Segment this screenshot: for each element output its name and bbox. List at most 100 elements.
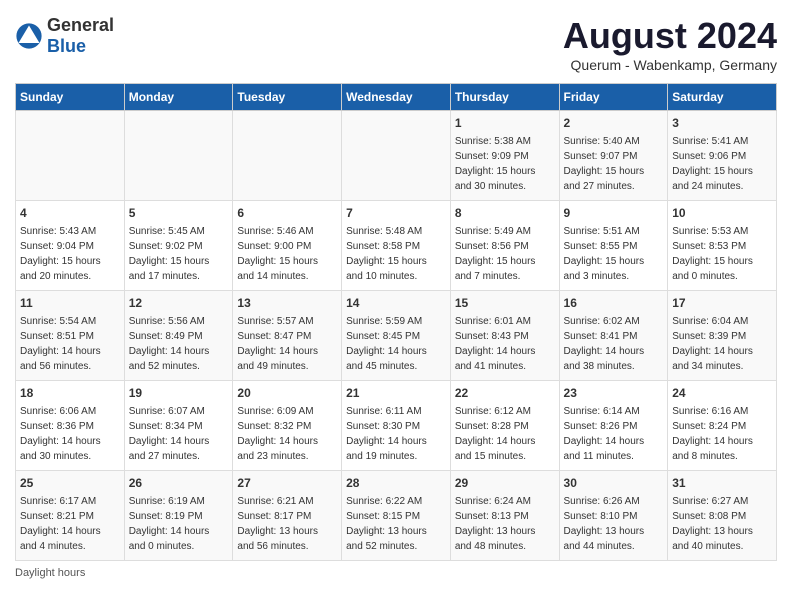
day-info: Sunrise: 5:54 AM Sunset: 8:51 PM Dayligh…: [20, 316, 101, 372]
calendar-day-header: Wednesday: [342, 84, 451, 111]
day-number: 9: [564, 205, 664, 222]
day-info: Sunrise: 6:24 AM Sunset: 8:13 PM Dayligh…: [455, 496, 536, 552]
day-number: 14: [346, 295, 446, 312]
calendar-cell: 27Sunrise: 6:21 AM Sunset: 8:17 PM Dayli…: [233, 471, 342, 561]
day-number: 10: [672, 205, 772, 222]
calendar-cell: [16, 111, 125, 201]
calendar-cell: 21 Sunrise: 6:11 AM Sunset: 8:30 PM Dayli…: [342, 381, 451, 471]
calendar-cell: 16 Sunrise: 6:02 AM Sunset: 8:41 PM Dayli…: [559, 291, 668, 381]
logo-icon: [15, 22, 43, 50]
calendar-week-row: 18 Sunrise: 6:06 AM Sunset: 8:36 PM Dayli…: [16, 381, 777, 471]
calendar-day-header: Sunday: [16, 84, 125, 111]
day-info: Sunrise: 5:48 AM Sunset: 8:58 PM Dayligh…: [346, 226, 427, 282]
day-info: Sunrise: 5:49 AM Sunset: 8:56 PM Dayligh…: [455, 226, 536, 282]
logo-blue-text: Blue: [47, 36, 86, 56]
calendar-cell: 8Sunrise: 5:49 AM Sunset: 8:56 PM Daylig…: [450, 201, 559, 291]
calendar-cell: 13Sunrise: 5:57 AM Sunset: 8:47 PM Dayli…: [233, 291, 342, 381]
day-number: 29: [455, 475, 555, 492]
calendar-cell: 11 Sunrise: 5:54 AM Sunset: 8:51 PM Dayli…: [16, 291, 125, 381]
page-header: General Blue August 2024 Querum - Wabenk…: [15, 15, 777, 73]
day-info: Sunrise: 6:26 AM Sunset: 8:10 PM Dayligh…: [564, 496, 645, 552]
calendar-cell: 4 Sunrise: 5:43 AM Sunset: 9:04 PM Daylig…: [16, 201, 125, 291]
calendar-cell: 29 Sunrise: 6:24 AM Sunset: 8:13 PM Dayli…: [450, 471, 559, 561]
calendar-cell: 9 Sunrise: 5:51 AM Sunset: 8:55 PM Daylig…: [559, 201, 668, 291]
day-number: 17: [672, 295, 772, 312]
day-info: Sunrise: 5:43 AM Sunset: 9:04 PM Dayligh…: [20, 226, 101, 282]
calendar-cell: 28 Sunrise: 6:22 AM Sunset: 8:15 PM Dayli…: [342, 471, 451, 561]
day-number: 4: [20, 205, 120, 222]
day-info: Sunrise: 5:53 AM Sunset: 8:53 PM Dayligh…: [672, 226, 753, 282]
calendar-cell: 10 Sunrise: 5:53 AM Sunset: 8:53 PM Dayli…: [668, 201, 777, 291]
day-info: Sunrise: 5:40 AM Sunset: 9:07 PM Dayligh…: [564, 136, 645, 192]
day-info: Sunrise: 5:38 AM Sunset: 9:09 PM Dayligh…: [455, 136, 536, 192]
day-number: 24: [672, 385, 772, 402]
day-info: Sunrise: 6:14 AM Sunset: 8:26 PM Dayligh…: [564, 406, 645, 462]
day-number: 5: [129, 205, 229, 222]
logo: General Blue: [15, 15, 114, 57]
day-number: 6: [237, 205, 337, 222]
calendar-cell: 24 Sunrise: 6:16 AM Sunset: 8:24 PM Dayli…: [668, 381, 777, 471]
calendar-cell: 3 Sunrise: 5:41 AM Sunset: 9:06 PM Daylig…: [668, 111, 777, 201]
calendar-cell: 14Sunrise: 5:59 AM Sunset: 8:45 PM Dayli…: [342, 291, 451, 381]
location-subtitle: Querum - Wabenkamp, Germany: [563, 57, 777, 73]
calendar-cell: 17 Sunrise: 6:04 AM Sunset: 8:39 PM Dayli…: [668, 291, 777, 381]
day-info: Sunrise: 6:02 AM Sunset: 8:41 PM Dayligh…: [564, 316, 645, 372]
calendar-cell: 23Sunrise: 6:14 AM Sunset: 8:26 PM Dayli…: [559, 381, 668, 471]
day-info: Sunrise: 6:22 AM Sunset: 8:15 PM Dayligh…: [346, 496, 427, 552]
day-info: Sunrise: 6:17 AM Sunset: 8:21 PM Dayligh…: [20, 496, 101, 552]
day-number: 27: [237, 475, 337, 492]
day-info: Sunrise: 6:09 AM Sunset: 8:32 PM Dayligh…: [237, 406, 318, 462]
day-number: 15: [455, 295, 555, 312]
day-number: 12: [129, 295, 229, 312]
calendar-table: SundayMondayTuesdayWednesdayThursdayFrid…: [15, 83, 777, 561]
calendar-cell: [342, 111, 451, 201]
day-info: Sunrise: 5:41 AM Sunset: 9:06 PM Dayligh…: [672, 136, 753, 192]
day-number: 1: [455, 115, 555, 132]
day-info: Sunrise: 5:56 AM Sunset: 8:49 PM Dayligh…: [129, 316, 210, 372]
day-info: Sunrise: 6:19 AM Sunset: 8:19 PM Dayligh…: [129, 496, 210, 552]
day-info: Sunrise: 6:01 AM Sunset: 8:43 PM Dayligh…: [455, 316, 536, 372]
day-number: 28: [346, 475, 446, 492]
day-number: 30: [564, 475, 664, 492]
day-number: 11: [20, 295, 120, 312]
calendar-week-row: 11 Sunrise: 5:54 AM Sunset: 8:51 PM Dayli…: [16, 291, 777, 381]
day-info: Sunrise: 5:45 AM Sunset: 9:02 PM Dayligh…: [129, 226, 210, 282]
day-info: Sunrise: 6:06 AM Sunset: 8:36 PM Dayligh…: [20, 406, 101, 462]
daylight-hours-label: Daylight hours: [15, 567, 85, 579]
calendar-header-row: SundayMondayTuesdayWednesdayThursdayFrid…: [16, 84, 777, 111]
calendar-cell: 12 Sunrise: 5:56 AM Sunset: 8:49 PM Dayli…: [124, 291, 233, 381]
calendar-day-header: Tuesday: [233, 84, 342, 111]
calendar-cell: 18 Sunrise: 6:06 AM Sunset: 8:36 PM Dayli…: [16, 381, 125, 471]
calendar-week-row: 4 Sunrise: 5:43 AM Sunset: 9:04 PM Daylig…: [16, 201, 777, 291]
calendar-cell: 1 Sunrise: 5:38 AM Sunset: 9:09 PM Daylig…: [450, 111, 559, 201]
day-info: Sunrise: 5:57 AM Sunset: 8:47 PM Dayligh…: [237, 316, 318, 372]
footer-note: Daylight hours: [15, 567, 777, 579]
day-info: Sunrise: 6:11 AM Sunset: 8:30 PM Dayligh…: [346, 406, 427, 462]
day-info: Sunrise: 5:51 AM Sunset: 8:55 PM Dayligh…: [564, 226, 645, 282]
calendar-cell: 26 Sunrise: 6:19 AM Sunset: 8:19 PM Dayli…: [124, 471, 233, 561]
day-number: 16: [564, 295, 664, 312]
calendar-cell: [124, 111, 233, 201]
day-number: 2: [564, 115, 664, 132]
calendar-week-row: 25 Sunrise: 6:17 AM Sunset: 8:21 PM Dayli…: [16, 471, 777, 561]
day-info: Sunrise: 6:16 AM Sunset: 8:24 PM Dayligh…: [672, 406, 753, 462]
calendar-cell: [233, 111, 342, 201]
day-info: Sunrise: 6:07 AM Sunset: 8:34 PM Dayligh…: [129, 406, 210, 462]
day-number: 3: [672, 115, 772, 132]
day-info: Sunrise: 6:04 AM Sunset: 8:39 PM Dayligh…: [672, 316, 753, 372]
calendar-day-header: Monday: [124, 84, 233, 111]
calendar-cell: 30 Sunrise: 6:26 AM Sunset: 8:10 PM Dayli…: [559, 471, 668, 561]
calendar-day-header: Friday: [559, 84, 668, 111]
day-number: 18: [20, 385, 120, 402]
calendar-cell: 5 Sunrise: 5:45 AM Sunset: 9:02 PM Daylig…: [124, 201, 233, 291]
calendar-cell: 22Sunrise: 6:12 AM Sunset: 8:28 PM Dayli…: [450, 381, 559, 471]
month-year-title: August 2024: [563, 15, 777, 57]
calendar-cell: 7Sunrise: 5:48 AM Sunset: 8:58 PM Daylig…: [342, 201, 451, 291]
day-info: Sunrise: 6:12 AM Sunset: 8:28 PM Dayligh…: [455, 406, 536, 462]
day-number: 26: [129, 475, 229, 492]
calendar-cell: 31Sunrise: 6:27 AM Sunset: 8:08 PM Dayli…: [668, 471, 777, 561]
day-number: 20: [237, 385, 337, 402]
day-number: 21: [346, 385, 446, 402]
day-number: 25: [20, 475, 120, 492]
calendar-cell: 20 Sunrise: 6:09 AM Sunset: 8:32 PM Dayli…: [233, 381, 342, 471]
